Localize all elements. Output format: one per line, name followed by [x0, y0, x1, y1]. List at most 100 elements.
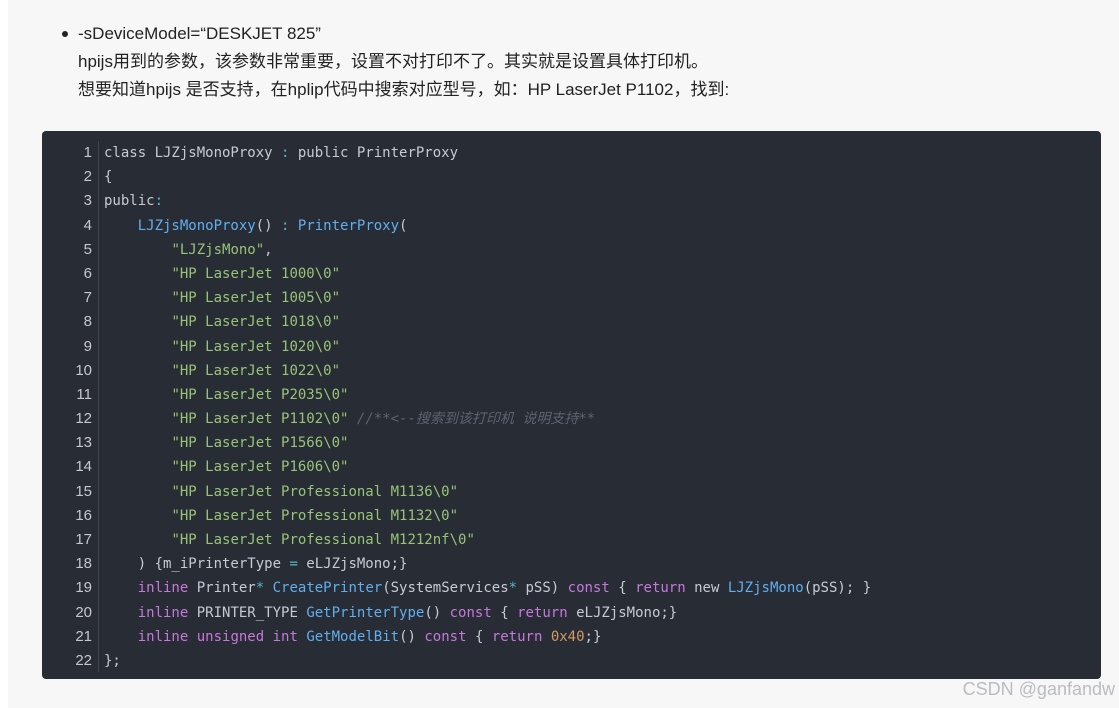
code-line: inline PRINTER_TYPE GetPrinterType() con…	[104, 601, 871, 625]
code-token: "HP LaserJet P1566\0"	[171, 435, 349, 452]
description-line-1: hpijs用到的参数，该参数非常重要，设置不对打印不了。其实就是设置具体打印机。	[78, 52, 708, 71]
line-number-gutter: 1 2 3 4 5 6 7 8 9 10 11 12 13 14 15 16 17 18 19 20 21 22	[42, 141, 99, 672]
bullet-dot-icon	[62, 31, 68, 37]
code-line: {	[104, 165, 871, 189]
line-number: 9	[83, 337, 92, 355]
code-line: inline unsigned int GetModelBit() const …	[104, 625, 871, 649]
code-token: eLJZjsMono;}	[297, 556, 408, 573]
code-token: ()	[424, 604, 450, 621]
code-token: return	[491, 628, 543, 645]
code-token: =	[289, 556, 298, 573]
code-line: "HP LaserJet Professional M1136\0"	[104, 480, 871, 504]
code-token: :	[154, 193, 164, 210]
code-token: public PrinterProxy	[297, 145, 459, 161]
code-token: const	[424, 628, 467, 645]
code-token: "HP LaserJet P2035\0"	[171, 386, 349, 403]
line-number: 8	[83, 313, 92, 331]
code-token: LJZjsMono	[727, 580, 804, 597]
code-token: ) {m_iPrinterType	[104, 556, 290, 573]
code-token: {	[609, 580, 636, 597]
code-token: const	[449, 604, 492, 621]
line-number: 7	[83, 289, 92, 307]
code-token: LJZjsMonoProxy	[137, 217, 256, 234]
code-line: };	[104, 649, 871, 673]
code-line: "HP LaserJet 1005\0"	[104, 286, 871, 310]
code-line: "HP LaserJet 1020\0"	[104, 335, 871, 359]
csdn-watermark: CSDN @ganfandw	[962, 679, 1115, 699]
code-lines[interactable]: class LJZjsMonoProxy : public PrinterPro…	[104, 141, 871, 673]
code-line: "HP LaserJet Professional M1212nf\0"	[104, 528, 871, 552]
code-token: ()	[255, 217, 282, 234]
line-number: 19	[75, 579, 92, 597]
code-token: (pSS); }	[803, 580, 872, 597]
line-number: 22	[75, 651, 92, 669]
code-token: PRINTER_TYPE	[188, 604, 307, 621]
code-line: LJZjsMonoProxy() : PrinterProxy(	[104, 214, 871, 238]
code-token: "HP LaserJet Professional M1212nf\0"	[171, 532, 475, 548]
code-block[interactable]: 1 2 3 4 5 6 7 8 9 10 11 12 13 14 15 16 17 18 19 20 21 22 clas…	[42, 131, 1101, 679]
code-line: "HP LaserJet Professional M1132\0"	[104, 504, 871, 528]
line-number: 3	[83, 192, 92, 210]
article-bullet-section: -sDeviceModel=“DESKJET 825” hpijs用到的参数，该…	[56, 20, 1056, 104]
line-number: 17	[75, 531, 92, 548]
code-token: return	[635, 580, 686, 597]
code-token: inline	[137, 604, 189, 621]
code-token: unsigned	[196, 628, 265, 645]
article-page: -sDeviceModel=“DESKJET 825” hpijs用到的参数，该…	[8, 0, 1119, 708]
code-token: "HP LaserJet P1606\0"	[171, 459, 349, 476]
code-token: Printer	[188, 580, 256, 597]
code-line: public:	[104, 189, 871, 213]
code-token: {	[104, 169, 113, 186]
line-number: 14	[75, 458, 92, 476]
code-line: "LJZjsMono",	[104, 238, 871, 262]
code-token: const	[567, 580, 610, 597]
code-token: GetPrinterType	[306, 604, 425, 621]
code-token: (	[399, 217, 408, 234]
code-token: :	[281, 145, 298, 161]
code-token: "HP LaserJet Professional M1132\0"	[171, 507, 459, 524]
code-line: ) {m_iPrinterType = eLJZjsMono;}	[104, 552, 871, 576]
code-token: {	[491, 604, 518, 621]
code-line: "HP LaserJet P2035\0"	[104, 383, 871, 407]
description-line-2: 想要知道hpijs 是否支持，在hplip代码中搜索对应型号，如：HP Lase…	[78, 80, 730, 99]
code-line: class LJZjsMonoProxy : public PrinterPro…	[104, 141, 871, 165]
code-token: return	[517, 604, 568, 621]
line-number: 2	[83, 168, 92, 186]
code-token: ;}	[584, 628, 602, 645]
code-token: "HP LaserJet Professional M1136\0"	[171, 483, 459, 500]
line-number: 20	[75, 603, 92, 621]
code-token: new	[685, 580, 728, 597]
code-token: class LJZjsMonoProxy	[104, 145, 282, 161]
line-number: 18	[75, 555, 92, 573]
code-token: 0x40	[550, 628, 585, 645]
code-token: eLJZjsMono;}	[567, 604, 678, 621]
code-token: PrinterProxy	[297, 217, 400, 234]
line-number: 1	[83, 144, 92, 161]
line-number: 21	[75, 627, 92, 645]
code-token: "HP LaserJet 1020\0"	[171, 338, 341, 355]
code-token: *	[508, 580, 518, 597]
code-line: "HP LaserJet P1606\0"	[104, 455, 871, 479]
code-token: CreatePrinter	[272, 580, 383, 597]
code-line: "HP LaserJet 1022\0"	[104, 359, 871, 383]
code-token: };	[104, 652, 121, 669]
code-token: //**<--搜索到该打印机 说明支持**	[356, 411, 596, 428]
bullet-title: -sDeviceModel=“DESKJET 825”	[78, 24, 321, 43]
